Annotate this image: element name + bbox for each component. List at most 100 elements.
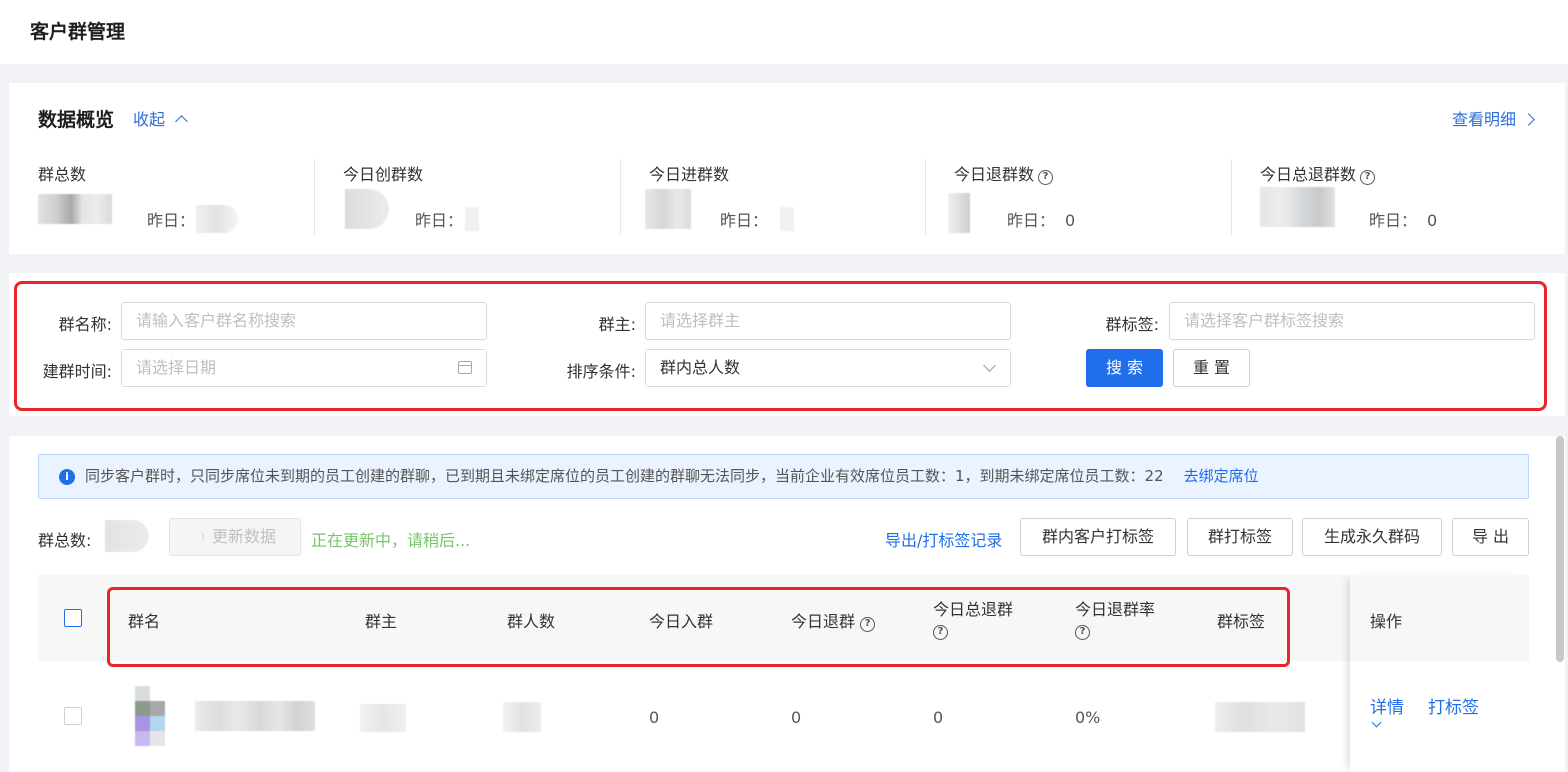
generate-permanent-qr-button[interactable]: 生成永久群码 xyxy=(1302,518,1442,556)
stat-yesterday: 昨日： xyxy=(415,207,463,231)
stat-today-created: 今日创群数 昨日： xyxy=(314,157,613,235)
divider xyxy=(925,159,926,235)
tag-link[interactable]: 打标签 xyxy=(1428,693,1479,718)
stat-total-groups: 群总数 昨日： xyxy=(38,157,308,235)
group-name-redacted xyxy=(195,701,315,731)
select-all-checkbox[interactable] xyxy=(64,609,82,627)
sort-label: 排序条件: xyxy=(566,362,636,381)
updating-status: 正在更新中，请稍后... xyxy=(311,531,471,550)
top-bar: 客户群管理 xyxy=(0,0,1568,64)
scrollbar[interactable] xyxy=(1556,436,1564,662)
calendar-icon xyxy=(458,361,472,374)
stat-today-joined: 今日进群数 昨日： xyxy=(620,157,919,235)
group-name-label: 群名称: xyxy=(58,315,112,334)
chevron-right-icon xyxy=(1522,113,1535,126)
yesterday-value-redacted xyxy=(780,207,794,231)
owner-redacted xyxy=(360,704,406,732)
created-time-label: 建群时间: xyxy=(42,362,112,381)
notice-text: 同步客户群时，只同步席位未到期的员工创建的群聊，已到期且未绑定席位的员工创建的群… xyxy=(85,467,1164,485)
export-log-link[interactable]: 导出/打标签记录 xyxy=(885,527,1002,551)
tag-group-button[interactable]: 群打标签 xyxy=(1187,518,1293,556)
divider xyxy=(620,159,621,235)
export-button[interactable]: 导 出 xyxy=(1452,518,1529,556)
stat-value-redacted xyxy=(1260,187,1335,227)
help-icon[interactable]: ? xyxy=(1038,170,1054,185)
stat-yesterday: 昨日： 0 xyxy=(1007,207,1075,231)
left-rate-cell: 0% xyxy=(1075,708,1101,727)
owner-select[interactable]: 请选择群主 xyxy=(645,302,1011,340)
group-tags-redacted xyxy=(1215,702,1305,732)
stat-value-redacted xyxy=(30,190,120,230)
refresh-data-button[interactable]: 更新数据 xyxy=(169,518,301,556)
member-count-redacted xyxy=(503,702,541,732)
bind-seat-link[interactable]: 去绑定席位 xyxy=(1184,467,1259,485)
collapse-label: 收起 xyxy=(133,110,166,129)
actions-header: 操作 xyxy=(1350,575,1529,661)
sort-select[interactable]: 群内总人数 xyxy=(645,349,1011,387)
divider xyxy=(1231,159,1232,235)
help-icon[interactable]: ? xyxy=(1360,170,1376,185)
overview-title: 数据概览 xyxy=(38,109,115,131)
created-date-picker[interactable]: 请选择日期 xyxy=(121,349,487,387)
yesterday-label: 昨日： xyxy=(415,211,464,230)
highlight-box xyxy=(14,281,1547,411)
owner-label: 群主: xyxy=(598,315,636,334)
sync-notice: i 同步客户群时，只同步席位未到期的员工创建的群聊，已到期且未绑定席位的员工创建… xyxy=(38,454,1529,499)
row-checkbox[interactable] xyxy=(64,707,82,725)
tag-label: 群标签: xyxy=(1105,315,1159,334)
total-groups-value-redacted xyxy=(105,520,149,552)
today-total-left-cell: 0 xyxy=(933,708,944,727)
group-avatar-redacted xyxy=(123,686,183,746)
yesterday-value-redacted xyxy=(196,205,238,233)
yesterday-label: 昨日： xyxy=(720,211,769,230)
info-icon: i xyxy=(59,469,75,485)
refresh-label: 更新数据 xyxy=(211,527,276,546)
chevron-down-icon[interactable] xyxy=(1371,717,1382,728)
collapse-button[interactable]: 收起 xyxy=(133,106,188,130)
actions-column: 操作 详情 打标签 xyxy=(1350,575,1529,772)
page-title: 客户群管理 xyxy=(30,21,126,43)
stat-label: 今日退群数? xyxy=(954,161,1054,185)
stat-today-total-left: 今日总退群数? 昨日： 0 xyxy=(1231,157,1540,235)
col-actions: 操作 xyxy=(1370,612,1403,631)
reset-button[interactable]: 重 置 xyxy=(1173,349,1250,387)
search-button[interactable]: 搜 索 xyxy=(1086,349,1163,387)
stat-label: 群总数 xyxy=(38,165,87,184)
data-overview-panel: 数据概览 收起 查看明细 群总数 昨日： 今日创群数 昨日： 今日进群数 昨日： xyxy=(9,83,1565,254)
yesterday-value: 0 xyxy=(1065,211,1076,230)
filter-panel: 群名称: 请输入客户群名称搜索 群主: 请选择群主 群标签: 请选择客户群标签搜… xyxy=(9,273,1565,416)
stat-value-redacted xyxy=(948,193,970,233)
chevron-down-icon xyxy=(983,359,996,372)
divider xyxy=(314,159,315,235)
stat-yesterday: 昨日： xyxy=(720,207,768,231)
detail-link[interactable]: 详情 xyxy=(1370,693,1404,718)
group-list-panel: i 同步客户群时，只同步席位未到期的员工创建的群聊，已到期且未绑定席位的员工创建… xyxy=(9,436,1565,772)
total-groups-label: 群总数: xyxy=(38,531,92,550)
today-left-cell: 0 xyxy=(791,708,802,727)
stat-label: 今日创群数 xyxy=(343,165,424,184)
tag-group-customers-button[interactable]: 群内客户打标签 xyxy=(1020,518,1176,556)
chevron-up-icon xyxy=(175,115,188,128)
tag-select[interactable]: 请选择客户群标签搜索 xyxy=(1169,302,1535,340)
stat-label: 今日总退群数? xyxy=(1260,161,1376,185)
sort-value: 群内总人数 xyxy=(660,358,741,377)
view-detail-link[interactable]: 查看明细 xyxy=(1451,106,1535,130)
highlight-box xyxy=(107,587,1290,667)
stat-label: 今日进群数 xyxy=(649,165,730,184)
stat-value-redacted xyxy=(345,189,389,229)
stat-value-redacted xyxy=(645,189,691,229)
yesterday-value-redacted xyxy=(465,207,479,231)
view-detail-label: 查看明细 xyxy=(1451,110,1516,129)
date-placeholder: 请选择日期 xyxy=(136,358,217,377)
stat-yesterday: 昨日： xyxy=(147,207,195,231)
yesterday-value: 0 xyxy=(1427,211,1438,230)
yesterday-label: 昨日： xyxy=(1369,211,1418,230)
today-joined-cell: 0 xyxy=(649,708,660,727)
loading-icon xyxy=(194,532,204,542)
table-header: 群名 群主 群人数 今日入群 今日退群 ? 今日总退群? 今日退群率? 群标签 xyxy=(38,575,1529,667)
stat-yesterday: 昨日： 0 xyxy=(1369,207,1437,231)
yesterday-label: 昨日： xyxy=(1007,211,1056,230)
group-name-input[interactable]: 请输入客户群名称搜索 xyxy=(121,302,487,340)
yesterday-label: 昨日： xyxy=(147,211,196,230)
stat-today-left: 今日退群数? 昨日： 0 xyxy=(925,157,1224,235)
